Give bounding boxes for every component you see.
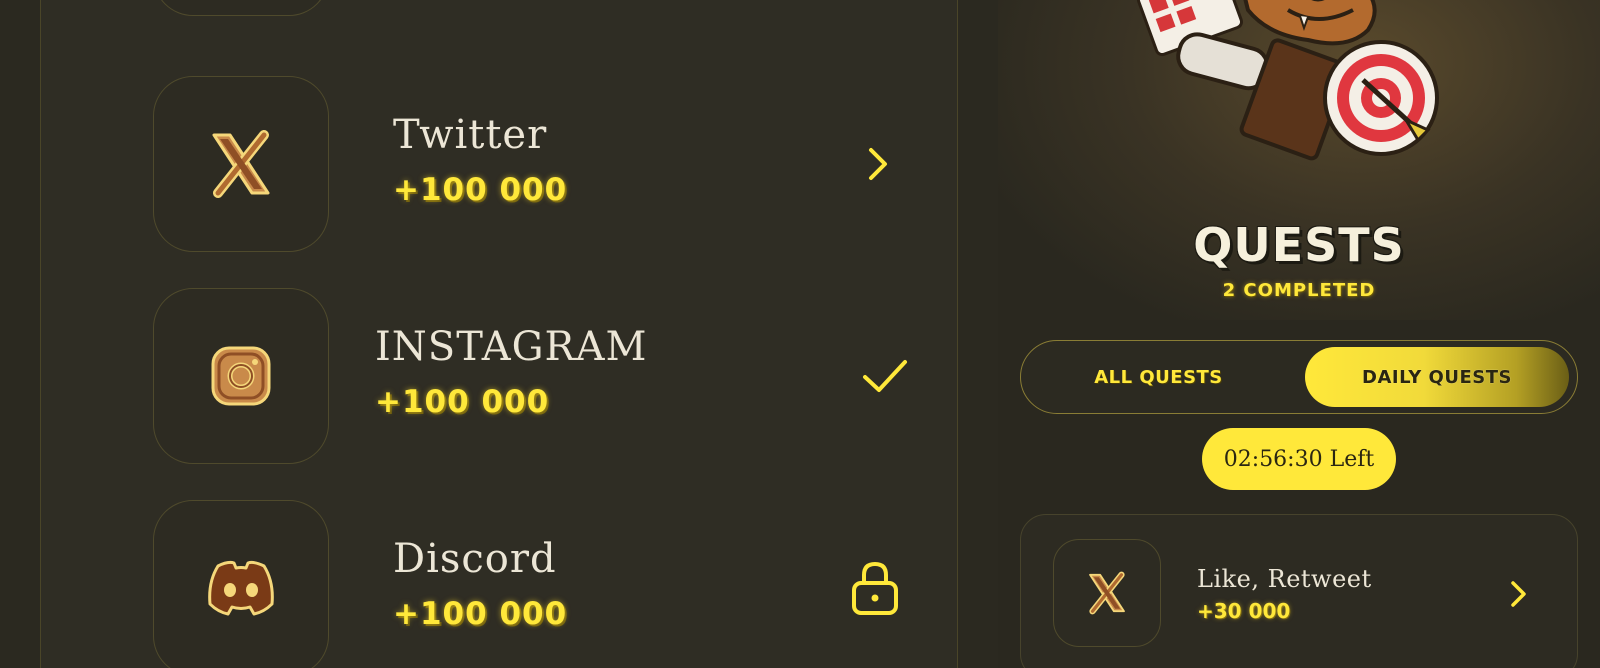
time-left-badge: 02:56:30 Left — [1202, 428, 1396, 490]
quest-list-panel: Twitter +100 000 INSTAGRAM +100 000 Disc… — [40, 0, 958, 668]
tab-all-quests[interactable]: ALL QUESTS — [1031, 347, 1286, 407]
quest-row-instagram[interactable]: INSTAGRAM +100 000 — [153, 288, 953, 464]
dinosaur-mascot-illustration — [1136, 0, 1439, 161]
quest-title: INSTAGRAM — [375, 324, 648, 370]
quest-row-partial — [153, 0, 953, 16]
daily-quest-title: Like, Retweet — [1197, 565, 1372, 593]
x-logo-icon — [212, 130, 270, 198]
x-logo-icon — [1089, 571, 1125, 615]
quest-tabs: ALL QUESTS DAILY QUESTS — [1020, 340, 1578, 414]
chevron-right-icon[interactable] — [1501, 577, 1535, 611]
page-title: QUESTS — [1193, 218, 1405, 272]
quest-reward: +100 000 — [393, 172, 568, 208]
quest-row-twitter[interactable]: Twitter +100 000 — [153, 76, 953, 252]
quest-icon-frame — [153, 76, 329, 252]
checkmark-icon — [853, 344, 917, 408]
quest-icon-frame — [153, 0, 329, 16]
instagram-icon — [211, 346, 271, 406]
quest-icon-frame — [1053, 539, 1161, 647]
chevron-right-icon[interactable] — [845, 132, 909, 196]
quest-icon-frame — [153, 500, 329, 668]
quest-row-discord[interactable]: Discord +100 000 — [153, 500, 953, 668]
quests-side-panel: QUESTS 2 COMPLETED ALL QUESTS DAILY QUES… — [998, 0, 1600, 668]
quest-reward: +100 000 — [393, 596, 568, 632]
lock-icon — [843, 556, 907, 620]
quest-title: Twitter — [393, 112, 548, 158]
quest-title: Discord — [393, 536, 557, 582]
quest-reward: +100 000 — [375, 384, 550, 420]
tab-daily-quests[interactable]: DAILY QUESTS — [1305, 347, 1569, 407]
quest-icon-frame — [153, 288, 329, 464]
completed-count: 2 COMPLETED — [1222, 280, 1376, 301]
daily-quest-reward: +30 000 — [1197, 599, 1291, 623]
daily-quest-item[interactable]: Like, Retweet +30 000 — [1020, 514, 1578, 668]
discord-icon — [208, 560, 274, 616]
